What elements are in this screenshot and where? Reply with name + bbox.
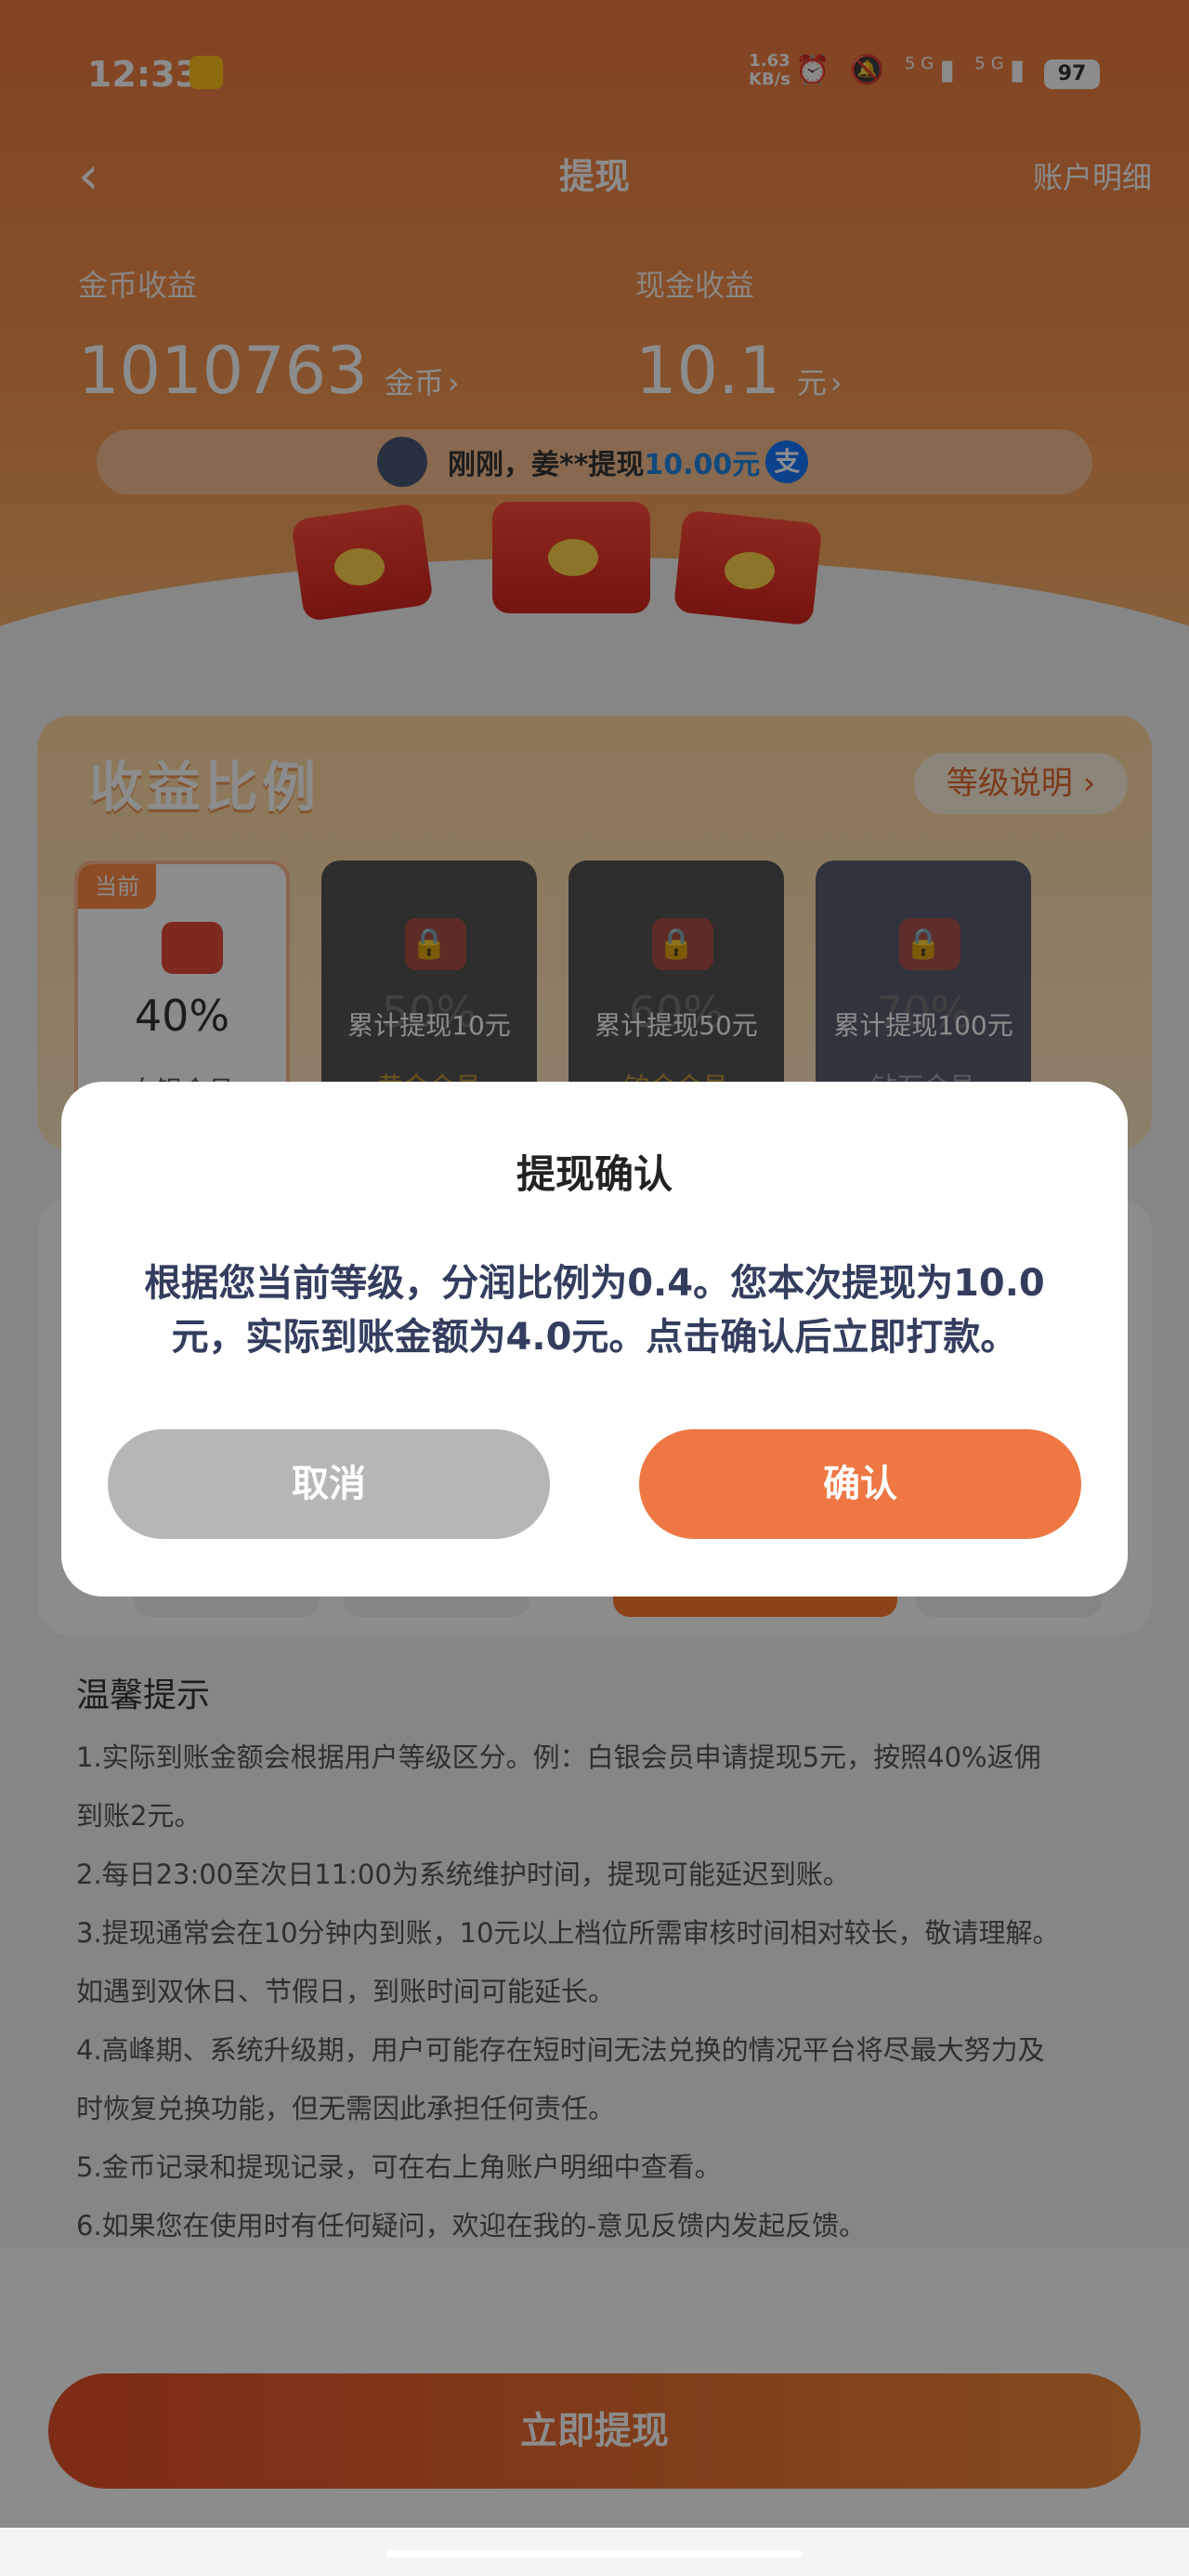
confirm-button[interactable]: 确认 — [639, 1429, 1081, 1539]
dialog-message-line: 根据您当前等级，分润比例为0.4。您本次提现为10.0 — [144, 1262, 1045, 1305]
dialog-message-line: 元，实际到账金额为4.0元。点击确认后立即打款。 — [171, 1316, 1018, 1359]
withdraw-page: 12:33 1.63 KB/s ⏰ 🔕 5G▮ 5G▮ ◠ 97 ‹ 提现 账户… — [0, 0, 1189, 2576]
dialog-message: 根据您当前等级，分润比例为0.4。您本次提现为10.0 元，实际到账金额为4.0… — [126, 1256, 1063, 1364]
withdraw-confirm-dialog: 提现确认 根据您当前等级，分润比例为0.4。您本次提现为10.0 元，实际到账金… — [61, 1082, 1128, 1597]
home-indicator[interactable] — [386, 2550, 803, 2557]
cancel-button[interactable]: 取消 — [108, 1429, 550, 1539]
dialog-title: 提现确认 — [516, 1151, 673, 1197]
